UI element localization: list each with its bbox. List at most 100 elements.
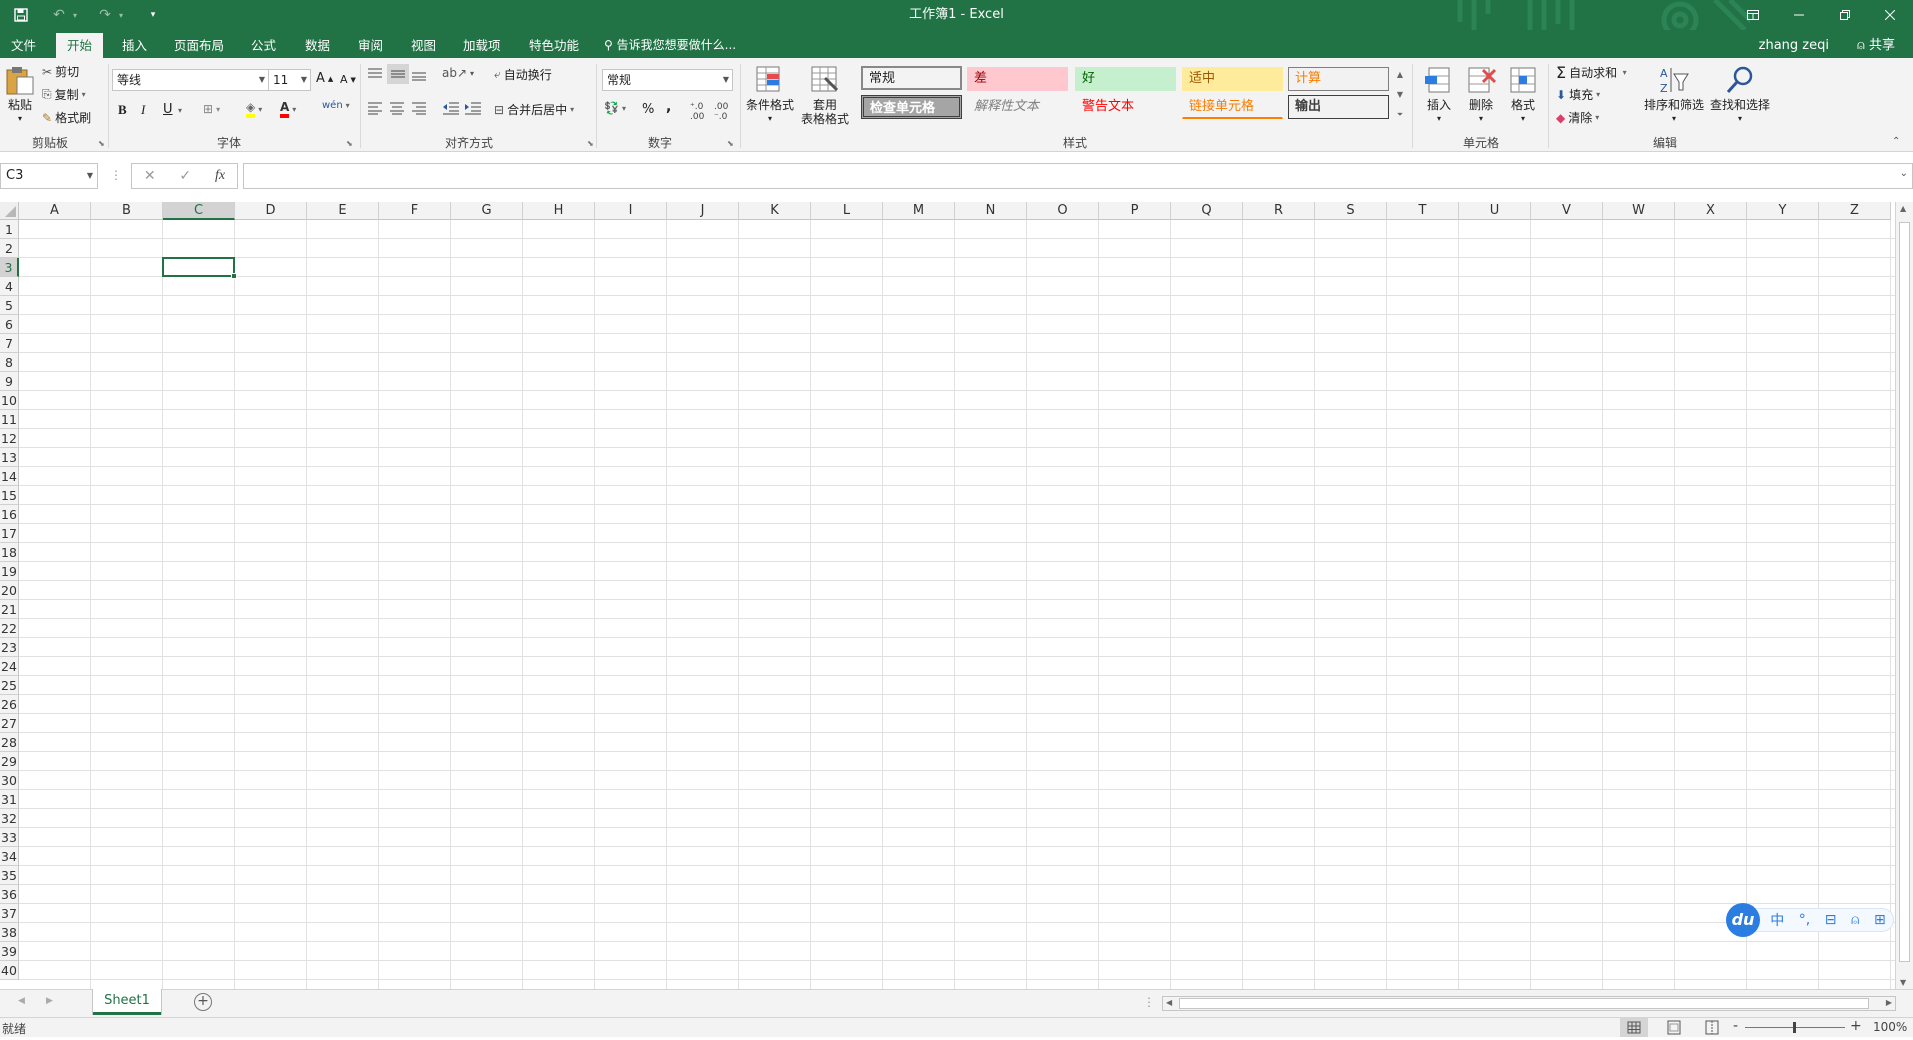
column-header[interactable]: B <box>91 202 163 220</box>
clipboard-launcher-icon[interactable]: ⬊ <box>98 139 105 148</box>
ime-punctuation-toggle[interactable]: °, <box>1799 912 1810 928</box>
cell-area[interactable] <box>19 220 1895 989</box>
row-header[interactable]: 29 <box>0 752 19 771</box>
row-header[interactable]: 31 <box>0 790 19 809</box>
row-header[interactable]: 21 <box>0 600 19 619</box>
column-header[interactable]: U <box>1459 202 1531 220</box>
row-header[interactable]: 20 <box>0 581 19 600</box>
border-button[interactable]: ⊞ ▾ <box>203 102 220 116</box>
baidu-ime-logo[interactable]: du <box>1726 903 1760 937</box>
tab-home[interactable]: 开始 <box>56 33 104 58</box>
tab-view[interactable]: 视图 <box>400 33 447 58</box>
vertical-scrollbar[interactable]: ▲ ▼ <box>1895 202 1913 989</box>
percent-button[interactable]: % <box>642 102 654 117</box>
bold-button[interactable]: B <box>118 102 127 118</box>
column-header[interactable]: O <box>1027 202 1099 220</box>
italic-button[interactable]: I <box>141 102 145 118</box>
column-header[interactable]: M <box>883 202 955 220</box>
zoom-slider-thumb[interactable] <box>1793 1022 1796 1033</box>
select-all-corner[interactable] <box>0 202 19 220</box>
tab-data[interactable]: 数据 <box>294 33 341 58</box>
row-header[interactable]: 11 <box>0 410 19 429</box>
column-header[interactable]: G <box>451 202 523 220</box>
tab-special-features[interactable]: 特色功能 <box>518 33 590 58</box>
column-header[interactable]: V <box>1531 202 1603 220</box>
row-header[interactable]: 24 <box>0 657 19 676</box>
ime-language-toggle[interactable]: 中 <box>1770 910 1784 930</box>
row-header[interactable]: 36 <box>0 885 19 904</box>
row-header[interactable]: 28 <box>0 733 19 752</box>
row-header[interactable]: 10 <box>0 391 19 410</box>
column-header[interactable]: H <box>523 202 595 220</box>
row-header[interactable]: 5 <box>0 296 19 315</box>
row-header[interactable]: 9 <box>0 372 19 391</box>
comma-button[interactable]: , <box>666 99 671 115</box>
style-calculation[interactable]: 计算 <box>1288 67 1389 91</box>
column-header[interactable]: K <box>739 202 811 220</box>
row-header[interactable]: 13 <box>0 448 19 467</box>
ribbon-display-options-icon[interactable] <box>1730 0 1776 30</box>
font-launcher-icon[interactable]: ⬊ <box>346 139 353 148</box>
column-header[interactable]: W <box>1603 202 1675 220</box>
row-header[interactable]: 23 <box>0 638 19 657</box>
column-header[interactable]: A <box>19 202 91 220</box>
column-header[interactable]: L <box>811 202 883 220</box>
conditional-format-button[interactable]: 条件格式 ▾ <box>744 64 796 126</box>
fill-button[interactable]: ⬇ 填充 ▾ <box>1556 86 1600 103</box>
column-header[interactable]: E <box>307 202 379 220</box>
increase-indent-button[interactable] <box>464 101 482 115</box>
row-header[interactable]: 8 <box>0 353 19 372</box>
enter-icon[interactable]: ✓ <box>179 168 191 184</box>
shrink-font-button[interactable]: A ▼ <box>340 73 356 86</box>
row-header[interactable]: 30 <box>0 771 19 790</box>
close-icon[interactable] <box>1867 0 1913 30</box>
row-header[interactable]: 6 <box>0 315 19 334</box>
scroll-down-icon[interactable]: ▼ <box>1900 978 1906 987</box>
active-cell[interactable] <box>162 257 235 277</box>
page-break-view-button[interactable] <box>1698 1018 1726 1037</box>
tab-review[interactable]: 审阅 <box>347 33 394 58</box>
row-header[interactable]: 2 <box>0 239 19 258</box>
align-top-button[interactable] <box>367 67 383 81</box>
paste-button[interactable]: 粘贴 ▾ <box>2 64 38 126</box>
underline-dropdown-icon[interactable]: ▾ <box>178 106 182 115</box>
row-header[interactable]: 26 <box>0 695 19 714</box>
grow-font-button[interactable]: A ▲ <box>316 71 333 86</box>
prev-sheet-icon[interactable]: ◀ <box>18 996 25 1006</box>
normal-view-button[interactable] <box>1620 1018 1648 1037</box>
wrap-text-button[interactable]: ⤶ 自动换行 <box>494 66 552 83</box>
autosum-button[interactable]: Σ 自动求和 ▾ <box>1556 63 1627 82</box>
style-good[interactable]: 好 <box>1075 67 1176 91</box>
tab-insert[interactable]: 插入 <box>111 33 158 58</box>
font-name-combo[interactable]: 等线 ▼ <box>112 69 269 91</box>
fill-color-button[interactable]: ◈ ▾ <box>246 100 262 118</box>
accounting-format-button[interactable]: 💱 ▾ <box>604 101 626 115</box>
row-header[interactable]: 14 <box>0 467 19 486</box>
align-bottom-button[interactable] <box>411 67 427 81</box>
find-select-button[interactable]: 查找和选择 ▾ <box>1708 64 1772 126</box>
toolbox-icon[interactable]: ⊟ <box>1825 912 1837 928</box>
column-header[interactable]: Z <box>1819 202 1891 220</box>
share-button[interactable]: ⍝ 共享 <box>1857 33 1895 58</box>
chevron-down-icon[interactable]: ▼ <box>87 164 93 188</box>
underline-button[interactable]: U <box>163 102 173 117</box>
zoom-in-button[interactable]: + <box>1850 1018 1862 1034</box>
next-sheet-icon[interactable]: ▶ <box>46 996 53 1006</box>
style-check-cell[interactable]: 检查单元格 <box>861 95 962 119</box>
row-header[interactable]: 12 <box>0 429 19 448</box>
alignment-launcher-icon[interactable]: ⬊ <box>587 139 594 148</box>
row-header[interactable]: 33 <box>0 828 19 847</box>
align-left-button[interactable] <box>367 101 383 115</box>
vertical-scroll-thumb[interactable] <box>1899 222 1910 962</box>
column-header[interactable]: C <box>163 202 235 220</box>
row-header[interactable]: 37 <box>0 904 19 923</box>
formula-input[interactable]: ⌄ <box>243 163 1913 189</box>
copy-dropdown-icon[interactable]: ▾ <box>82 90 86 99</box>
column-header[interactable]: X <box>1675 202 1747 220</box>
format-cells-button[interactable]: 格式 ▾ <box>1506 64 1540 126</box>
number-launcher-icon[interactable]: ⬊ <box>727 139 734 148</box>
collapse-ribbon-icon[interactable]: ⌃ <box>1892 136 1900 147</box>
phonetic-button[interactable]: wén ▾ <box>322 100 350 111</box>
name-box[interactable]: C3 ▼ <box>0 163 98 189</box>
row-header[interactable]: 4 <box>0 277 19 296</box>
